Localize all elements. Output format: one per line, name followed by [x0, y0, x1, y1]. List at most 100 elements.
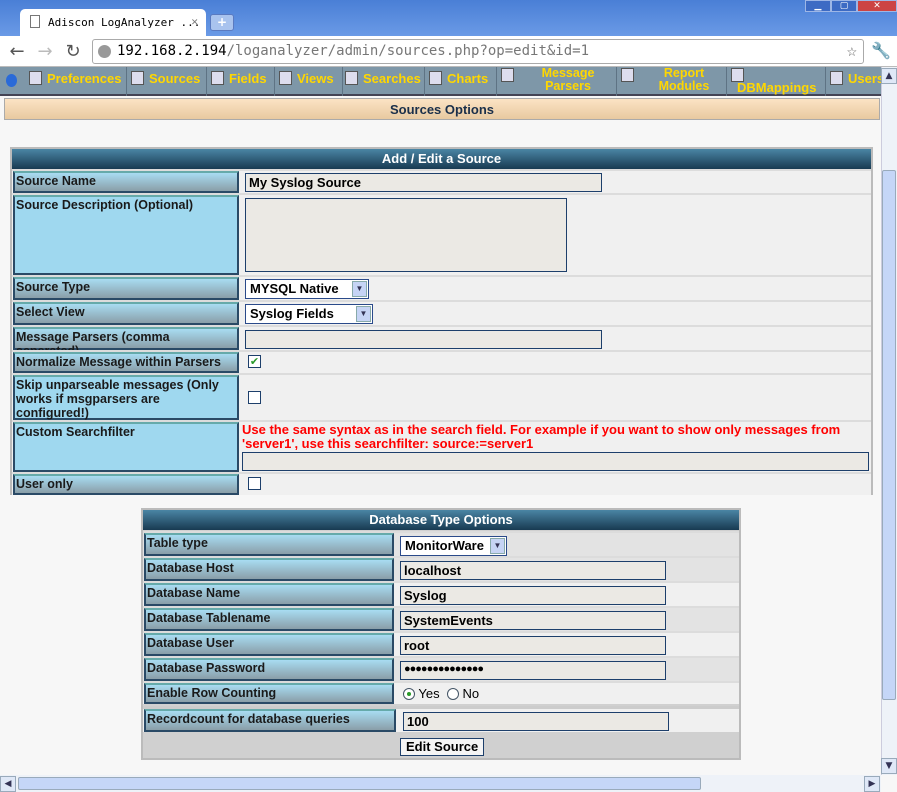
- nav-label: Sources: [149, 71, 201, 86]
- view-select[interactable]: Syslog Fields ▼: [245, 304, 373, 324]
- close-window-button[interactable]: ✕: [857, 0, 897, 12]
- new-tab-button[interactable]: +: [210, 14, 234, 31]
- nav-label: Fields: [229, 71, 267, 86]
- row-custom-searchfilter: Custom Searchfilter Use the same syntax …: [12, 420, 871, 472]
- database-host-input[interactable]: localhost: [400, 561, 666, 580]
- nav-label: Views: [297, 71, 334, 86]
- address-bar[interactable]: 192.168.2.194/loganalyzer/admin/sources.…: [92, 39, 864, 64]
- vertical-scroll-thumb[interactable]: [882, 170, 896, 700]
- database-options-title: Database Type Options: [143, 510, 739, 530]
- nav-sources[interactable]: Sources: [127, 67, 207, 96]
- label: Message Parsers (comma seperated): [13, 327, 239, 358]
- preferences-icon: [29, 71, 42, 85]
- row-database-name: Database Name Syslog: [143, 581, 739, 606]
- scroll-down-button[interactable]: ▼: [881, 758, 897, 774]
- maximize-button[interactable]: ▢: [831, 0, 857, 12]
- database-tablename-input[interactable]: SystemEvents: [400, 611, 666, 630]
- row-counting-yes-radio[interactable]: [403, 688, 415, 700]
- row-source-type: Source Type MYSQL Native ▼: [12, 275, 871, 300]
- nav-dbmappings[interactable]: DBMappings: [727, 67, 826, 96]
- wrench-icon[interactable]: 🔧: [870, 41, 892, 60]
- row-counting-no-radio[interactable]: [446, 688, 459, 700]
- admin-nav: Preferences Sources Fields Views Searche…: [0, 67, 881, 96]
- database-password-input[interactable]: ●●●●●●●●●●●●●●: [400, 661, 666, 680]
- row-message-parsers: Message Parsers (comma seperated): [12, 325, 871, 358]
- nav-label: DBMappings: [737, 80, 817, 95]
- database-user-input[interactable]: root: [400, 636, 666, 655]
- nav-label: Message Parsers: [541, 67, 595, 93]
- nav-fields[interactable]: Fields: [207, 67, 275, 96]
- nav-searches[interactable]: Searches: [343, 67, 425, 96]
- label: Table type: [144, 533, 394, 556]
- label: Database Password: [144, 658, 394, 681]
- nav-label: Searches: [363, 71, 421, 86]
- row-skip-unparseable: Skip unparseable messages (Only works if…: [12, 373, 871, 420]
- browser-tab[interactable]: Adiscon LogAnalyzer ... ✕: [20, 9, 206, 36]
- row-database-user: Database User root: [143, 631, 739, 656]
- close-tab-icon[interactable]: ✕: [191, 15, 198, 28]
- tab-title: Adiscon LogAnalyzer ...: [48, 16, 201, 29]
- label: Enable Row Counting: [144, 683, 394, 704]
- fields-icon: [211, 71, 224, 85]
- home-icon[interactable]: [6, 74, 17, 87]
- selected-value: MonitorWare: [405, 538, 484, 553]
- gear-icon: [731, 68, 744, 82]
- forward-button[interactable]: →: [34, 41, 56, 62]
- row-database-password: Database Password ●●●●●●●●●●●●●●: [143, 656, 739, 681]
- report-icon: [621, 68, 634, 82]
- label: Select View: [13, 302, 239, 325]
- nav-preferences[interactable]: Preferences: [25, 67, 127, 96]
- chevron-down-icon: ▼: [352, 281, 367, 297]
- browser-toolbar: ← → ↻ 192.168.2.194/loganalyzer/admin/so…: [0, 36, 897, 67]
- radio-label-yes: Yes: [418, 686, 440, 701]
- scroll-left-button[interactable]: ◀: [0, 776, 16, 792]
- message-parsers-input[interactable]: [245, 330, 602, 349]
- source-form-table: Add / Edit a Source Source Name My Syslo…: [10, 147, 873, 495]
- reload-button[interactable]: ↻: [62, 41, 84, 62]
- label: Custom Searchfilter: [13, 422, 239, 472]
- row-database-host: Database Host localhost: [143, 556, 739, 581]
- label: Source Name: [13, 171, 239, 193]
- user-icon: [830, 71, 843, 85]
- scroll-right-button[interactable]: ▶: [864, 776, 880, 792]
- user-only-checkbox[interactable]: [248, 477, 261, 490]
- skip-unparseable-checkbox[interactable]: [248, 391, 261, 404]
- bookmark-star-icon[interactable]: ☆: [847, 41, 857, 61]
- row-source-description: Source Description (Optional): [12, 193, 871, 275]
- label: Database Name: [144, 583, 394, 606]
- chevron-down-icon: ▼: [490, 538, 505, 554]
- nav-label: Preferences: [47, 71, 122, 86]
- radio-label-no: No: [462, 686, 480, 701]
- nav-message-parsers[interactable]: Message Parsers: [497, 67, 617, 96]
- recordcount-input[interactable]: 100: [403, 712, 669, 731]
- database-name-input[interactable]: Syslog: [400, 586, 666, 605]
- gear-icon: [501, 68, 514, 82]
- label: Database User: [144, 633, 394, 656]
- nav-label: Report Modules: [658, 67, 710, 93]
- back-button[interactable]: ←: [6, 41, 28, 62]
- custom-searchfilter-input[interactable]: [242, 452, 869, 471]
- row-source-name: Source Name My Syslog Source: [12, 169, 871, 193]
- horizontal-scroll-thumb[interactable]: [18, 777, 701, 790]
- nav-charts[interactable]: Charts: [425, 67, 497, 96]
- nav-views[interactable]: Views: [275, 67, 343, 96]
- nav-report-modules[interactable]: Report Modules: [617, 67, 727, 96]
- edit-source-button[interactable]: Edit Source: [400, 738, 485, 756]
- scroll-up-button[interactable]: ▲: [881, 68, 897, 84]
- charts-icon: [429, 71, 442, 85]
- url-path: /loganalyzer/admin/sources.php?op=edit&i…: [226, 43, 590, 59]
- normalize-checkbox[interactable]: ✔: [248, 355, 261, 368]
- views-icon: [279, 71, 292, 85]
- source-name-input[interactable]: My Syslog Source: [245, 173, 602, 192]
- source-description-textarea[interactable]: [245, 198, 567, 272]
- source-type-select[interactable]: MYSQL Native ▼: [245, 279, 369, 299]
- nav-label: Charts: [447, 71, 489, 86]
- selected-value: Syslog Fields: [250, 306, 334, 321]
- minimize-button[interactable]: ▁: [805, 0, 831, 12]
- chevron-down-icon: ▼: [356, 306, 371, 322]
- section-title: Sources Options: [4, 98, 880, 120]
- label: Skip unparseable messages (Only works if…: [13, 375, 239, 420]
- table-type-select[interactable]: MonitorWare ▼: [400, 536, 507, 556]
- selected-value: MYSQL Native: [250, 281, 339, 296]
- nav-users[interactable]: Users: [826, 67, 881, 96]
